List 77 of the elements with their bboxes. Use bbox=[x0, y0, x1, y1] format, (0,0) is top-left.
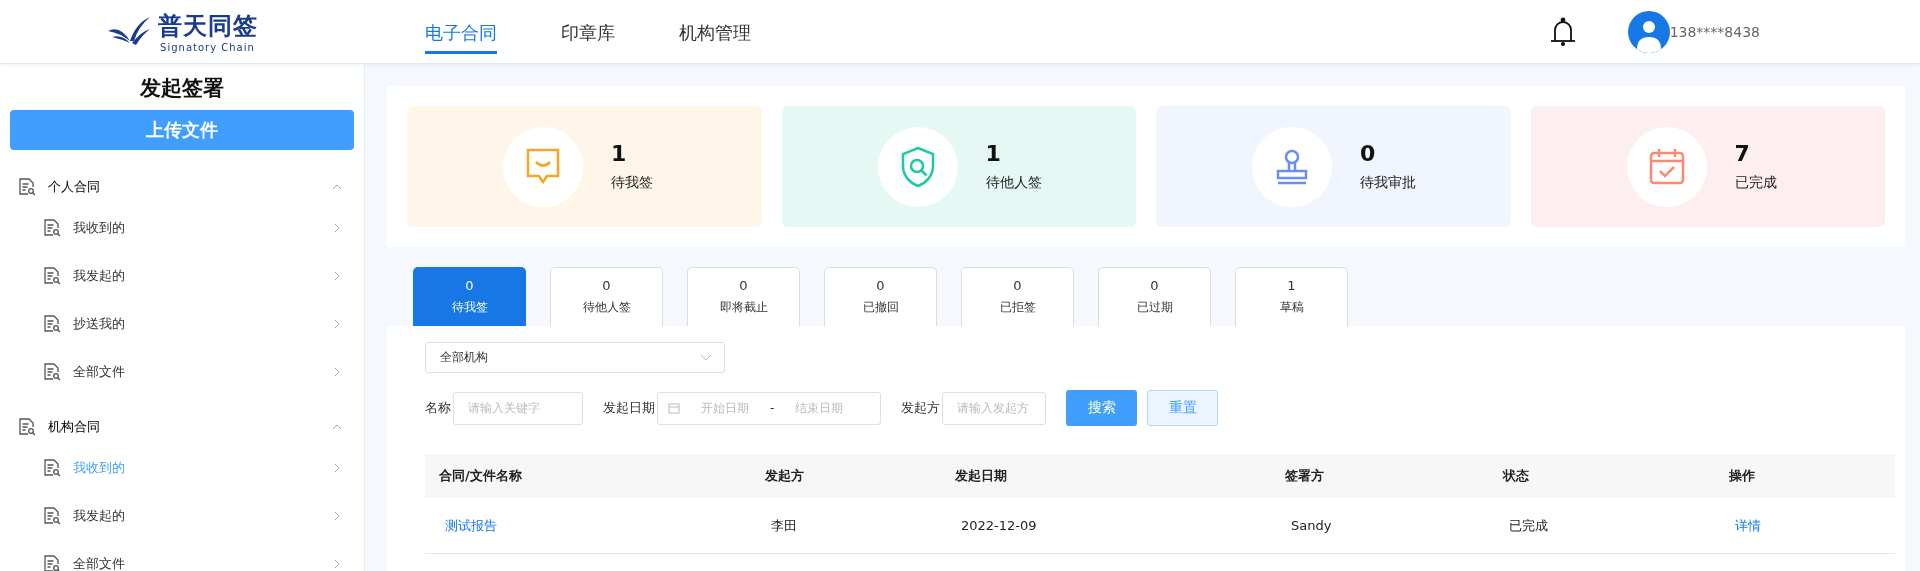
stat-label: 待他人签 bbox=[985, 174, 1042, 192]
status-tab[interactable]: 0 待他人签 bbox=[550, 267, 663, 326]
nav-tab[interactable]: 印章库 bbox=[561, 15, 615, 54]
stat-count: 1 bbox=[611, 141, 628, 166]
avatar-icon[interactable] bbox=[1627, 10, 1670, 53]
document-search-icon bbox=[43, 507, 61, 525]
document-search-icon bbox=[43, 555, 61, 571]
sidebar-group[interactable]: 机构合同 bbox=[10, 410, 354, 444]
nav-tab[interactable]: 电子合同 bbox=[425, 15, 497, 54]
stat-card[interactable]: 1 待我签 bbox=[407, 106, 762, 227]
column-header: 签署方 bbox=[1284, 467, 1325, 485]
org-select[interactable]: 全部机构 bbox=[425, 342, 725, 373]
column-header: 发起方 bbox=[764, 467, 805, 485]
chevron-right-icon bbox=[332, 271, 342, 281]
chevron-up-icon bbox=[332, 182, 342, 192]
column-header: 状态 bbox=[1501, 467, 1530, 485]
sidebar-item[interactable]: 我发起的 bbox=[10, 252, 354, 300]
date-label: 发起日期 bbox=[603, 399, 655, 417]
stat-card[interactable]: 0 待我审批 bbox=[1156, 106, 1511, 227]
bell-icon[interactable] bbox=[1549, 16, 1576, 47]
date-separator: - bbox=[770, 401, 775, 415]
document-search-icon bbox=[18, 178, 36, 196]
column-header: 操作 bbox=[1728, 467, 1756, 485]
stat-count: 0 bbox=[1360, 141, 1377, 166]
status-tab[interactable]: 1 草稿 bbox=[1235, 267, 1348, 326]
sidebar-item[interactable]: 我收到的 bbox=[10, 204, 354, 252]
logo-tagline: Signatory Chain bbox=[160, 42, 255, 53]
document-search-icon bbox=[43, 219, 61, 237]
chevron-right-icon bbox=[332, 559, 342, 569]
sidebar-item[interactable]: 全部文件 bbox=[10, 540, 354, 571]
logo-name: 普天同签 bbox=[157, 11, 258, 42]
document-search-icon bbox=[43, 363, 61, 381]
status-tab[interactable]: 0 待我签 bbox=[413, 267, 526, 326]
calendar-icon bbox=[668, 402, 680, 414]
stat-card[interactable]: 7 已完成 bbox=[1530, 106, 1885, 227]
column-header: 发起日期 bbox=[954, 467, 1008, 485]
sidebar-group[interactable]: 个人合同 bbox=[10, 170, 354, 204]
table-cell-text: 李田 bbox=[770, 516, 798, 535]
document-search-icon bbox=[18, 418, 36, 436]
initiator-field[interactable]: 请输入发起方 bbox=[942, 391, 1046, 425]
stat-card[interactable]: 1 待他人签 bbox=[781, 106, 1136, 227]
chevron-down-icon bbox=[700, 353, 712, 362]
table-cell-text: 已完成 bbox=[1508, 516, 1549, 535]
message-smile-icon bbox=[525, 146, 561, 187]
chevron-right-icon bbox=[332, 223, 342, 233]
name-field[interactable]: 请输入关键字 bbox=[453, 391, 583, 425]
column-header: 合同/文件名称 bbox=[438, 467, 523, 485]
date-range-field[interactable]: 开始日期 - 结束日期 bbox=[657, 391, 881, 425]
chevron-right-icon bbox=[332, 367, 342, 377]
sidebar-item[interactable]: 抄送我的 bbox=[10, 300, 354, 348]
name-label: 名称 bbox=[425, 399, 451, 417]
document-search-icon bbox=[43, 315, 61, 333]
document-search-icon bbox=[43, 267, 61, 285]
chevron-right-icon bbox=[332, 319, 342, 329]
stat-label: 已完成 bbox=[1734, 174, 1777, 192]
stat-count: 1 bbox=[985, 141, 1002, 166]
chevron-up-icon bbox=[332, 422, 342, 432]
sidebar-title: 发起签署 bbox=[139, 75, 225, 102]
table-link[interactable]: 详情 bbox=[1715, 516, 1895, 535]
nav-tab[interactable]: 机构管理 bbox=[679, 15, 751, 54]
status-tab[interactable]: 0 已拒签 bbox=[961, 267, 1074, 326]
table-link[interactable]: 测试报告 bbox=[425, 516, 751, 535]
chevron-right-icon bbox=[332, 463, 342, 473]
status-tab[interactable]: 0 已撤回 bbox=[824, 267, 937, 326]
status-tab[interactable]: 0 已过期 bbox=[1098, 267, 1211, 326]
user-phone: 138****8438 bbox=[1669, 23, 1760, 40]
document-search-icon bbox=[43, 459, 61, 477]
status-tab[interactable]: 0 即将截止 bbox=[687, 267, 800, 326]
table-cell-text: 2022-12-09 bbox=[960, 518, 1038, 533]
chevron-right-icon bbox=[332, 511, 342, 521]
initiator-label: 发起方 bbox=[901, 399, 940, 417]
sidebar-item[interactable]: 我发起的 bbox=[10, 492, 354, 540]
stat-label: 待我审批 bbox=[1360, 174, 1416, 192]
sidebar-item[interactable]: 全部文件 bbox=[10, 348, 354, 396]
table-cell-text: Sandy bbox=[1290, 518, 1333, 533]
stat-label: 待我签 bbox=[611, 174, 653, 192]
stat-count: 7 bbox=[1734, 141, 1751, 166]
